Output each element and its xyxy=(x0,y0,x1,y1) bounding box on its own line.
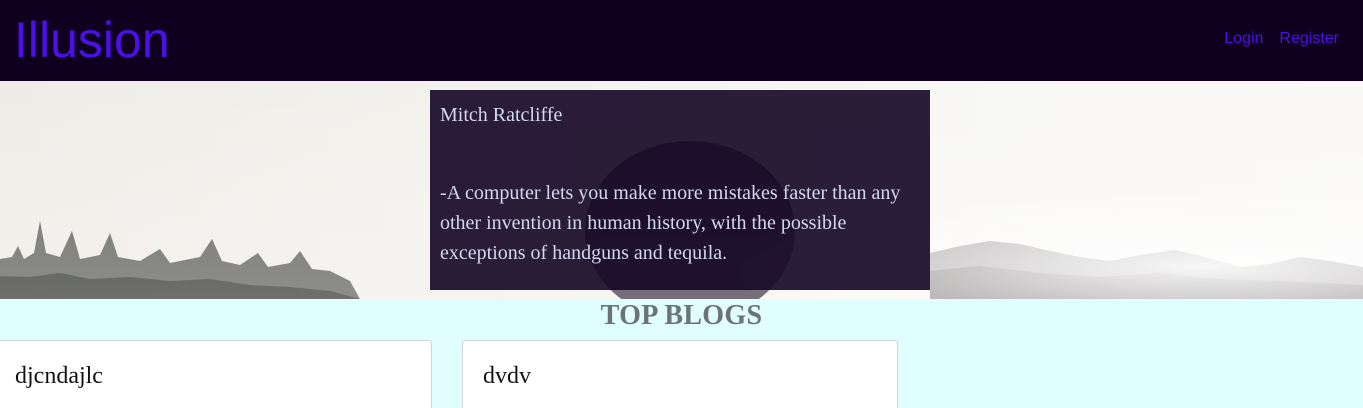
blog-card-title: djcndajlc xyxy=(15,363,103,389)
blog-card[interactable]: dvdv xyxy=(462,340,898,408)
nav-links: Login Register xyxy=(1224,29,1339,49)
quote-text: -A computer lets you make more mistakes … xyxy=(440,182,901,264)
quote-card: Mitch Ratcliffe -A computer lets you mak… xyxy=(430,90,930,290)
brand-logo[interactable]: Illusion xyxy=(14,12,170,68)
quote-author: Mitch Ratcliffe xyxy=(440,104,563,126)
navbar: Illusion Login Register xyxy=(0,0,1363,81)
section-title: TOP BLOGS xyxy=(600,300,763,331)
blog-card-title: dvdv xyxy=(483,363,531,389)
login-link[interactable]: Login xyxy=(1224,29,1263,49)
blog-card[interactable]: djcndajlc xyxy=(0,340,432,408)
register-link[interactable]: Register xyxy=(1279,29,1339,49)
